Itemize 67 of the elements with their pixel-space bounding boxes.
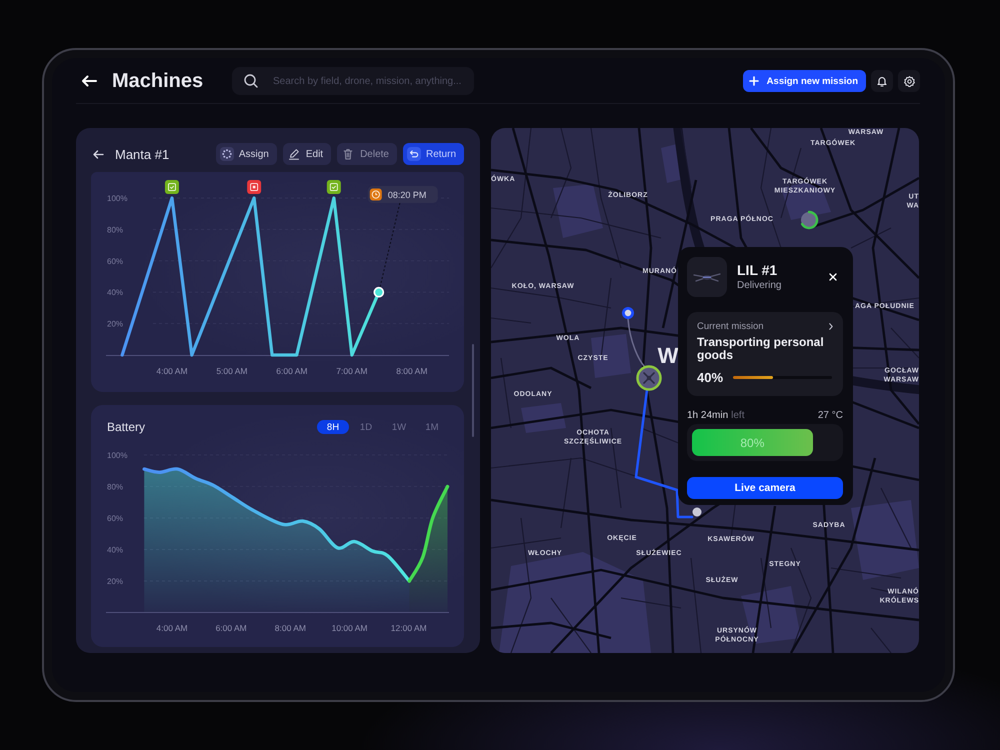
assign-mission-button[interactable]: Assign new mission <box>742 70 866 92</box>
undo-icon <box>406 147 421 161</box>
time-remaining: 1h 24min <box>687 410 728 421</box>
mission-title: Transporting personal goods <box>697 336 825 362</box>
battery-percentage: 80% <box>740 436 764 450</box>
time-remaining-label: left <box>731 410 744 421</box>
machine-name: Manta #1 <box>115 146 170 162</box>
chart-title: Battery <box>107 420 146 434</box>
assign-button[interactable]: Assign <box>216 143 277 165</box>
x-axis-label: 8:00 AM <box>274 623 306 633</box>
edit-button[interactable]: Edit <box>282 143 332 165</box>
return-button[interactable]: Return <box>402 143 464 165</box>
y-axis-label: 100% <box>107 194 128 204</box>
bell-icon <box>877 76 887 86</box>
tooltip-time: 08:20 PM <box>388 190 426 200</box>
location-dot-icon[interactable] <box>622 307 634 319</box>
search-field[interactable]: Search by field, drone, mission, anything... <box>232 67 474 95</box>
x-axis-label: 4:00 AM <box>156 623 188 633</box>
waypoint-dot-icon[interactable] <box>692 508 702 516</box>
range-tab[interactable]: 1M <box>416 420 448 434</box>
y-axis-label: 60% <box>107 514 124 523</box>
task-complete-icon[interactable] <box>164 180 179 194</box>
range-tab[interactable]: 8H <box>317 420 349 434</box>
y-axis-label: 20% <box>107 320 124 329</box>
search-icon <box>244 74 258 88</box>
scrollbar-thumb[interactable] <box>472 344 474 437</box>
task-complete-icon[interactable] <box>326 180 341 194</box>
x-axis-label: 12:00 AM <box>390 623 427 633</box>
settings-button[interactable] <box>898 70 920 92</box>
mission-progress-value: 40% <box>697 370 724 385</box>
temperature: 27 °C <box>818 410 843 421</box>
drone-status: Delivering <box>737 280 782 292</box>
x-axis-label: 6:00 AM <box>216 623 247 633</box>
y-axis-label: 80% <box>107 225 124 234</box>
back-arrow-icon[interactable] <box>93 150 104 158</box>
y-axis-label: 20% <box>107 576 124 586</box>
mission-card[interactable]: Current mission Transporting personal goods 40% <box>687 312 843 396</box>
plus-icon <box>748 76 759 86</box>
chevron-right-icon[interactable] <box>829 323 833 330</box>
dots-ring-icon <box>220 147 234 161</box>
pencil-icon <box>286 147 301 161</box>
y-axis-label: 80% <box>107 482 124 492</box>
delete-button[interactable]: Delete <box>337 143 397 165</box>
y-axis-label: 40% <box>107 545 124 554</box>
mission-label: Current mission <box>697 321 764 332</box>
x-axis-label: 7:00 AM <box>336 366 368 376</box>
live-camera-button[interactable]: Live camera <box>687 477 843 499</box>
x-axis-label: 5:00 AM <box>216 366 248 376</box>
drone-image <box>687 257 727 297</box>
close-icon <box>829 273 837 281</box>
notifications-button[interactable] <box>871 70 893 92</box>
travelled-path-line <box>627 318 645 367</box>
y-axis-label: 100% <box>107 450 128 460</box>
ring-marker-icon[interactable] <box>800 210 818 230</box>
x-axis-label: 8:00 AM <box>396 366 428 376</box>
y-axis-label: 40% <box>107 288 124 298</box>
settings-icon <box>904 76 914 86</box>
task-stopped-icon[interactable] <box>247 180 262 194</box>
y-axis-label: 60% <box>107 256 124 266</box>
x-axis-label: 10:00 AM <box>332 623 368 633</box>
x-axis-label: 4:00 AM <box>156 366 188 376</box>
map-label: W <box>658 346 678 366</box>
drone-name: LIL #1 <box>737 262 778 278</box>
x-axis-label: 6:00 AM <box>276 366 308 376</box>
page-title: Machines <box>112 69 204 93</box>
drone-marker-icon[interactable] <box>636 365 662 391</box>
current-point-marker <box>374 286 384 298</box>
